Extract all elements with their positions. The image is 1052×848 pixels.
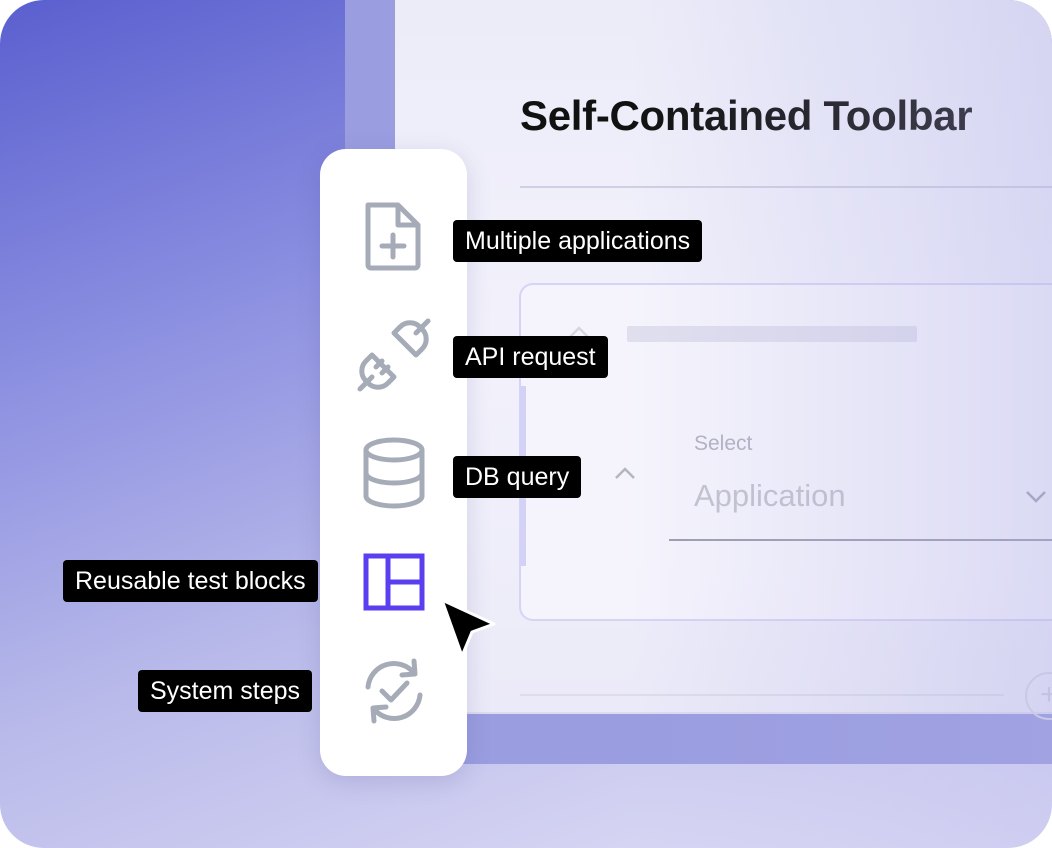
select-underline	[669, 539, 1052, 541]
chevron-up-icon[interactable]	[612, 460, 638, 486]
chevron-down-icon[interactable]	[1022, 484, 1050, 508]
plug-icon[interactable]	[354, 315, 434, 395]
placeholder-bar	[627, 326, 917, 342]
select-label: Select	[694, 432, 753, 455]
tooltip-multiple-applications: Multiple applications	[453, 220, 703, 262]
tooltip-db-query: DB query	[453, 456, 582, 498]
background-frame: Self-Contained Toolbar Select Applicatio…	[0, 0, 1052, 848]
refresh-check-icon[interactable]	[360, 657, 428, 725]
layout-icon[interactable]	[363, 553, 425, 611]
tooltip-system-steps: System steps	[138, 670, 313, 712]
page-title: Self-Contained Toolbar	[520, 92, 973, 139]
bottom-divider	[520, 694, 1004, 696]
toolbar	[320, 149, 467, 776]
tooltip-reusable-test-blocks: Reusable test blocks	[63, 560, 318, 602]
mouse-cursor-icon	[440, 598, 496, 658]
database-icon[interactable]	[360, 437, 428, 509]
title-divider	[520, 186, 1052, 188]
file-plus-icon[interactable]	[362, 201, 424, 271]
application-select[interactable]: Application	[694, 478, 846, 514]
tooltip-api-request: API request	[453, 336, 608, 378]
